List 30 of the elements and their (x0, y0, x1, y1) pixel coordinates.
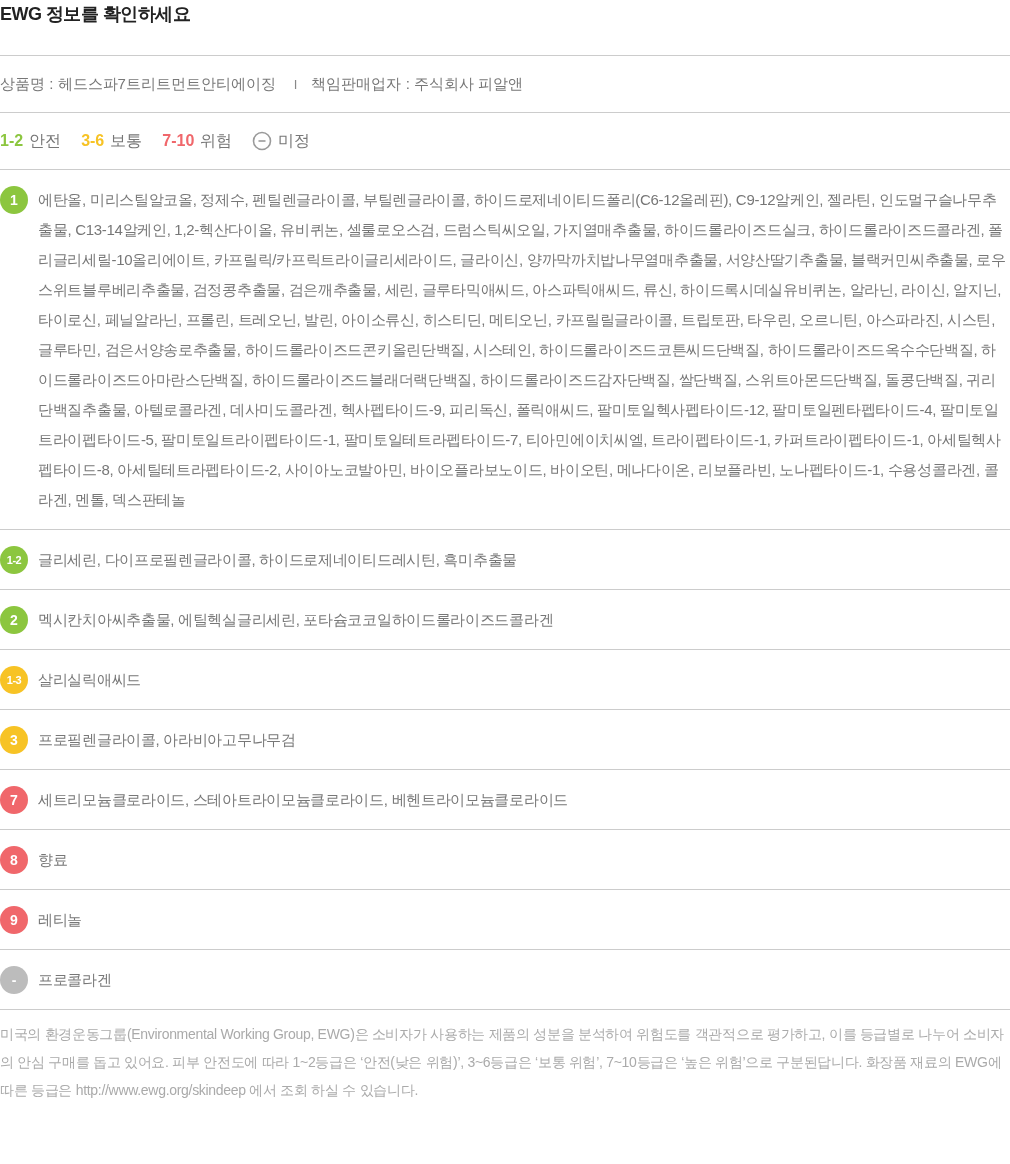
grade-badge: 1 (0, 186, 28, 214)
grade-badge: 9 (0, 906, 28, 934)
grade-badge: 1-3 (0, 666, 28, 694)
ingredient-list: 멕시칸치아씨추출물, 에틸헥실글리세린, 포타슘코코일하이드롤라이즈드콜라겐 (38, 605, 1010, 635)
product-name: 상품명 : 헤드스파7트리트먼트안티에이징 (0, 74, 276, 94)
legend-label: 보통 (110, 130, 143, 151)
legend-label: 안전 (29, 130, 62, 151)
grade-badge: 1-2 (0, 546, 28, 574)
grade-badge: - (0, 966, 28, 994)
section-title: EWG 정보를 확인하세요 (0, 0, 1010, 56)
grade-range: 3-6 (81, 132, 105, 150)
ingredient-list: 프로콜라겐 (38, 965, 1010, 995)
ingredient-list: 향료 (38, 845, 1010, 875)
legend-label: 미정 (278, 130, 311, 151)
legend-label: 위험 (200, 130, 233, 151)
grade-badge: 3 (0, 726, 28, 754)
ingredient-list: 프로필렌글라이콜, 아라비아고무나무검 (38, 725, 1010, 755)
grade-range: 1-2 (0, 132, 24, 150)
ingredient-list: 글리세린, 다이프로필렌글라이콜, 하이드로제네이티드레시틴, 흑미추출물 (38, 545, 1010, 575)
ingredient-list: 에탄올, 미리스틸알코올, 정제수, 펜틸렌글라이콜, 부틸렌글라이콜, 하이드로제네이티드폴리(C6-12올레핀), C9-12알케인, 젤라틴, 인도멀구슬나무추출물, C13-14알케인, 1,2-헥산다이올, 유비퀴논, 셀룰로오스검, 드럼스틱씨오일, 가지열매추출물, 하이드롤라이즈드실크, 하이드롤라이즈드콜라겐, 폴리글리세릴-10올리에이트, 카프릴릭/카프릭트라이글리세라이드, 글라이신, 양까막까치밥나무열매추출물, 서양산딸기추출물, 블랙커민씨추출물, 로우스위트블루베리추출물, 검정콩추출물, 검은깨추출물, 세린, 글루타믹애씨드, 아스파틱애씨드, 류신, 하이드록시데실유비퀴논, 알라닌, 라이신, 알지닌, 타이로신, 페닐알라닌, 프롤린, 트레오닌, 발린, 아이소류신, 히스티딘, 메티오닌, 카프릴릴글라이콜, 트립토판, 타우린, 오르니틴, 아스파라진, 시스틴, 글루타민, 검은서양송로추출물, 하이드롤라이즈드콘키올린단백질, 시스테인, 하이드롤라이즈드코튼씨드단백질, 하이드롤라이즈드옥수수단백질, 하이드롤라이즈드아마란스단백질, 하이드롤라이즈드블래더랙단백질, 하이드롤라이즈드감자단백질, 쌀단백질, 스위트아몬드단백질, 돌콩단백질, 귀리단백질추출물, 아텔로콜라겐, 데사미도콜라겐, 헥사펩타이드-9, 피리독신, 폴릭애씨드, 팔미토일헥사펩타이드-12, 팔미토일펜타펩타이드-4, 팔미토일트라이펩타이드-5, 팔미토일트라이펩타이드-1, 팔미토일테트라펩타이드-7, 티아민에이치씨엘, 트라이펩타이드-1, 카퍼트라이펩타이드-1, 아세틸헥사펩타이드-8, 아세틸테트라펩타이드-2, 사이아노코발아민, 바이오플라보노이드, 바이오틴, 메나다이온, 리보플라빈, 노나펩타이드-1, 수용성콜라겐, 콜라겐, 멘톨, 덱스판테놀 (38, 185, 1010, 515)
ingredient-list: 살리실릭애씨드 (38, 665, 1010, 695)
grade-badge: 7 (0, 786, 28, 814)
grade-badge: 8 (0, 846, 28, 874)
separator: I (293, 76, 298, 92)
grade-badge: 2 (0, 606, 28, 634)
grade-range: 7-10 (162, 132, 195, 150)
seller-name: 책임판매업자 : 주식회사 피알앤 (311, 74, 524, 94)
footnote: 미국의 환경운동그룹(Environmental Working Group, EWG)은 소비자가 사용하는 제품의 성분을 분석하여 위험도를 객관적으로 평가하고, 이를 등급별로 나누어 소비자의 안심 구매를 돕고 있어요. 피부 안전도에 따라 1~2등급은 ‘안전(낮은 위험)’, 3~6등급은 ‘보통 위험’, 7~10등급은 ‘높은 위험’으로 구분된답니다. 화장품 재료의 EWG에 따른 등급은 http://www.ewg.org/skindeep 에서 조회 하실 수 있습니다. (0, 1025, 1005, 1100)
ingredient-list: 세트리모늄클로라이드, 스테아트라이모늄클로라이드, 베헨트라이모늄클로라이드 (38, 785, 1010, 815)
ingredient-list: 레티놀 (38, 905, 1010, 935)
